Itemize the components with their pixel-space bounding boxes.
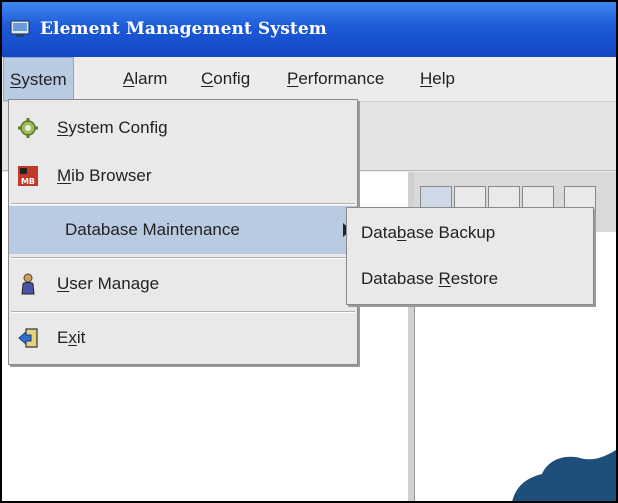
menu-bar: System Alarm Config Performance Help <box>2 57 616 102</box>
menu-item-database-maintenance[interactable]: Database Maintenance <box>9 206 357 254</box>
menu-separator <box>11 203 355 205</box>
menu-separator <box>11 257 355 259</box>
menu-item-database-restore[interactable]: Database Restore <box>347 256 593 302</box>
menu-item-user-manage[interactable]: User Manage <box>9 260 357 308</box>
exit-icon <box>18 328 38 348</box>
user-icon <box>21 273 35 295</box>
svg-text:MB: MB <box>21 177 35 186</box>
menu-system[interactable]: System <box>3 57 74 101</box>
menu-performance[interactable]: Performance <box>281 57 390 101</box>
map-region-shape <box>512 450 616 501</box>
menu-item-system-config[interactable]: System Config <box>9 104 357 152</box>
menu-alarm[interactable]: Alarm <box>117 57 173 101</box>
window-icon <box>10 20 30 37</box>
mib-icon: MB <box>18 166 38 186</box>
database-submenu: Database Backup Database Restore <box>346 207 594 305</box>
menu-help[interactable]: Help <box>414 57 461 101</box>
menu-item-exit[interactable]: Exit <box>9 314 357 362</box>
menu-item-database-backup[interactable]: Database Backup <box>347 210 593 256</box>
title-bar[interactable]: Element Management System <box>2 2 616 57</box>
menu-config[interactable]: Config <box>195 57 256 101</box>
system-menu-dropdown: System Config MB Mib Browser Database Ma… <box>8 99 358 365</box>
gear-icon <box>18 118 38 138</box>
window-title: Element Management System <box>40 19 327 39</box>
menu-separator <box>11 311 355 313</box>
menu-item-mib-browser[interactable]: MB Mib Browser <box>9 152 357 200</box>
